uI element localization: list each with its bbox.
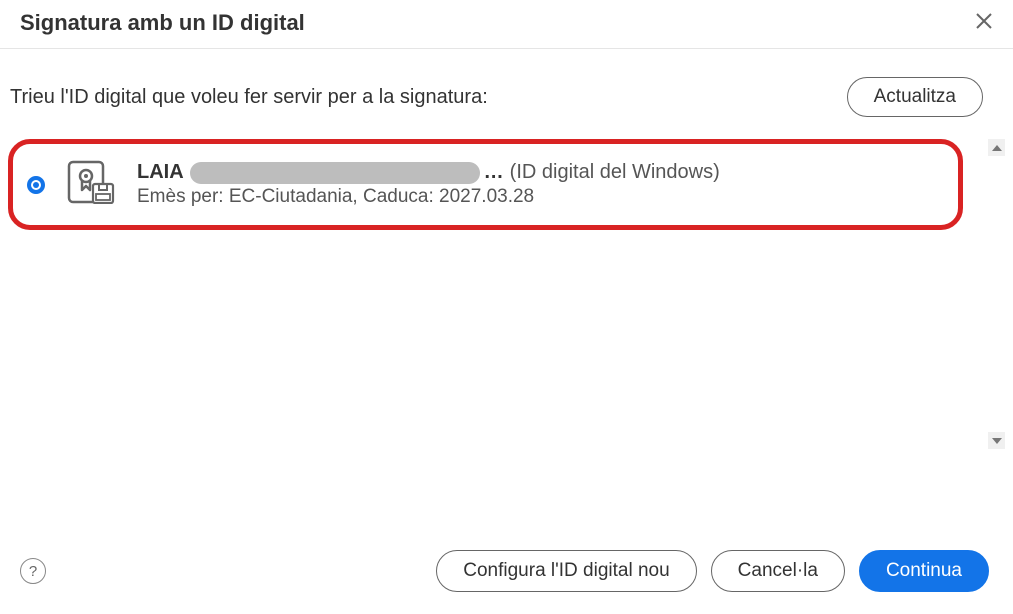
scroll-up-icon[interactable] bbox=[988, 139, 1005, 156]
instruction-row: Trieu l'ID digital que voleu fer servir … bbox=[0, 49, 1013, 129]
scroll-down-icon[interactable] bbox=[988, 432, 1005, 449]
configure-id-button[interactable]: Configura l'ID digital nou bbox=[436, 550, 696, 592]
certificate-title-line: LAIA … (ID digital del Windows) bbox=[137, 161, 938, 184]
certificate-source: (ID digital del Windows) bbox=[510, 161, 720, 184]
redacted-name bbox=[190, 162, 480, 184]
dialog-footer: ? Configura l'ID digital nou Cancel·la C… bbox=[0, 532, 1013, 614]
certificate-name: LAIA bbox=[137, 161, 184, 184]
instruction-text: Trieu l'ID digital que voleu fer servir … bbox=[10, 86, 488, 109]
dialog-header: Signatura amb un ID digital bbox=[0, 0, 1013, 49]
certificate-details: Emès per: EC-Ciutadania, Caduca: 2027.03… bbox=[137, 186, 938, 208]
close-icon bbox=[975, 12, 993, 30]
continue-button[interactable]: Continua bbox=[859, 550, 989, 592]
dialog-title: Signatura amb un ID digital bbox=[20, 10, 305, 36]
certificate-list: LAIA … (ID digital del Windows) Emès per… bbox=[0, 129, 1013, 230]
certificate-option[interactable]: LAIA … (ID digital del Windows) Emès per… bbox=[8, 139, 963, 230]
certificate-disk-icon bbox=[67, 160, 115, 209]
scrollbar[interactable] bbox=[988, 139, 1005, 449]
radio-selected[interactable] bbox=[27, 176, 45, 194]
help-button[interactable]: ? bbox=[20, 558, 46, 584]
update-button[interactable]: Actualitza bbox=[847, 77, 983, 117]
cancel-button[interactable]: Cancel·la bbox=[711, 550, 845, 592]
radio-dot bbox=[33, 182, 39, 188]
close-button[interactable] bbox=[975, 11, 993, 35]
certificate-text: LAIA … (ID digital del Windows) Emès per… bbox=[137, 161, 938, 208]
ellipsis: … bbox=[484, 161, 504, 184]
